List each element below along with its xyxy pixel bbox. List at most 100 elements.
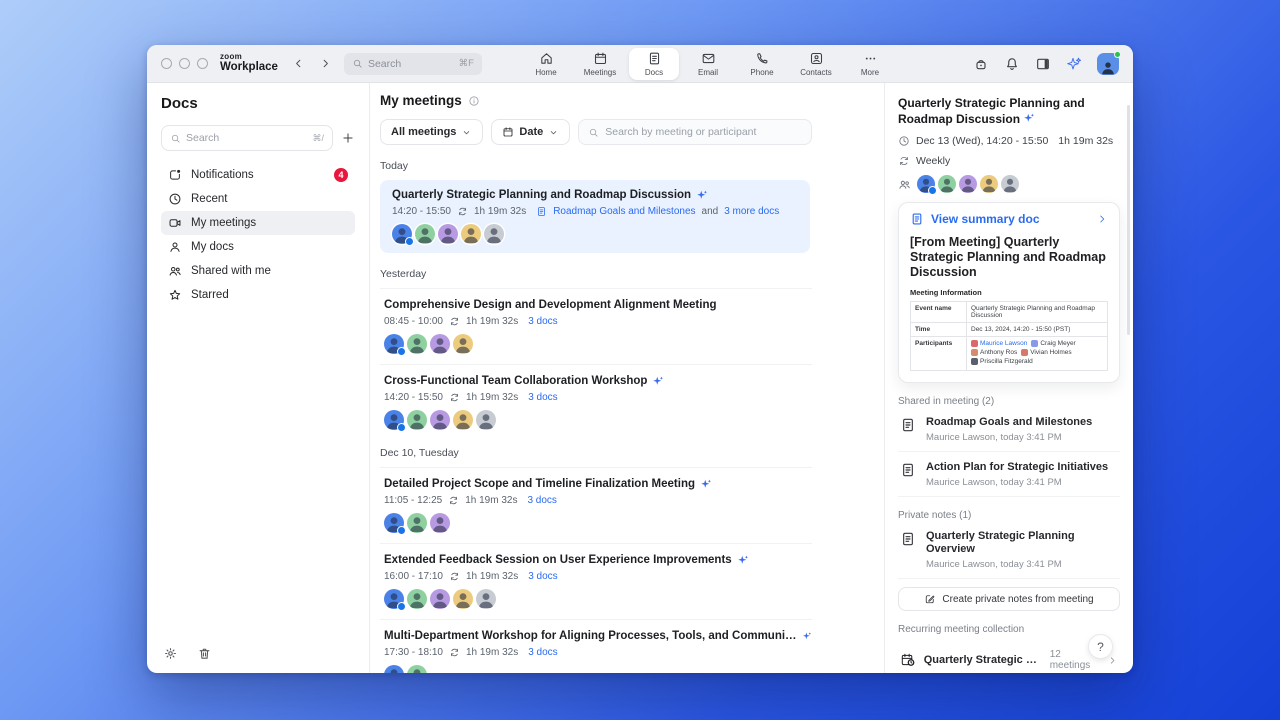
meeting-row[interactable]: Multi-Department Workshop for Aligning P… [380, 628, 812, 673]
docs-link[interactable]: 3 docs [528, 316, 557, 327]
meeting-row[interactable]: Detailed Project Scope and Timeline Fina… [380, 476, 812, 535]
tab-home[interactable]: Home [521, 48, 571, 80]
meeting-details-panel: Quarterly Strategic Planning and Roadmap… [884, 83, 1133, 673]
settings-gear-icon[interactable] [163, 646, 178, 661]
logo-workplace-text: Workplace [220, 61, 278, 74]
recurring-icon [449, 571, 460, 582]
shared-in-meeting-heading: Shared in meeting (2) [898, 396, 995, 407]
close-window-button[interactable] [161, 58, 172, 69]
meeting-time: 08:45 - 10:00 [384, 316, 443, 327]
docs-link[interactable]: 3 docs [528, 392, 557, 403]
trash-icon[interactable] [197, 646, 212, 661]
page-title: My meetings [380, 93, 462, 108]
tab-more[interactable]: More [845, 48, 895, 80]
date-filter-label: Date [519, 126, 544, 138]
meeting-search-input[interactable]: Search by meeting or participant [578, 119, 812, 145]
user-avatar[interactable] [1097, 50, 1121, 75]
window-controls[interactable] [161, 58, 208, 69]
sidebar-search-input[interactable]: Search ⌘/ [161, 125, 333, 151]
participant-avatar [384, 589, 406, 611]
recurring-collection-row[interactable]: Quarterly Strategic Planni... 12 meeting… [898, 645, 1120, 673]
sidebar-item-shared-with-me[interactable]: Shared with me [161, 259, 355, 283]
participant-avatar [384, 410, 406, 432]
sidebar-item-recent[interactable]: Recent [161, 187, 355, 211]
recurring-icon [448, 495, 459, 506]
back-icon[interactable] [292, 57, 305, 70]
meeting-row-selected[interactable]: Quarterly Strategic Planning and Roadmap… [380, 180, 810, 253]
shared-doc-row[interactable]: Action Plan for Strategic Initiatives Ma… [898, 452, 1120, 497]
info-icon[interactable] [468, 95, 480, 107]
meeting-title: Extended Feedback Session on User Experi… [384, 554, 732, 566]
docs-link[interactable]: 3 docs [528, 571, 557, 582]
tab-docs[interactable]: Docs [629, 48, 679, 80]
section-label-today: Today [380, 160, 409, 172]
recurring-icon [449, 392, 460, 403]
zoom-window-button[interactable] [197, 58, 208, 69]
notifications-bell-icon[interactable] [1004, 56, 1020, 72]
ai-companion-icon[interactable] [1066, 56, 1082, 72]
scrollbar-thumb[interactable] [1127, 105, 1130, 335]
global-search-input[interactable]: Search ⌘F [343, 52, 482, 75]
docs-sidebar: Docs Search ⌘/ Notifications 4 Recent My… [147, 83, 370, 673]
zoom-workplace-logo: zoom Workplace [220, 53, 278, 74]
more-docs-link[interactable]: 3 more docs [724, 206, 779, 217]
minimize-window-button[interactable] [179, 58, 190, 69]
docs-link[interactable]: 3 docs [527, 495, 556, 506]
meeting-avatars [392, 224, 798, 246]
row-value: Dec 13, 2024, 14:20 - 15:50 (PST) [966, 322, 1108, 337]
sidebar-item-my-meetings[interactable]: My meetings [161, 211, 355, 235]
sidebar-item-starred[interactable]: Starred [161, 283, 355, 307]
sidebar-item-my-docs[interactable]: My docs [161, 235, 355, 259]
tab-label: Docs [644, 68, 664, 77]
avatar-badge [397, 526, 406, 535]
global-search-placeholder: Search [367, 57, 402, 70]
meeting-avatars [384, 334, 812, 356]
help-button[interactable]: ? [1088, 634, 1113, 659]
meeting-row[interactable]: Comprehensive Design and Development Ali… [380, 297, 812, 356]
doc-link[interactable]: Roadmap Goals and Milestones [553, 206, 695, 217]
sidebar-search-shortcut: ⌘/ [312, 132, 324, 143]
row-label: Participants [910, 336, 967, 371]
view-summary-doc-link[interactable]: View summary doc [910, 212, 1108, 226]
tab-contacts[interactable]: Contacts [791, 48, 841, 80]
details-duration: 1h 19m 32s [1058, 135, 1114, 147]
summary-doc-card[interactable]: View summary doc [From Meeting] Quarterl… [898, 202, 1120, 383]
recurring-icon [449, 647, 460, 658]
toggle-panel-icon[interactable] [1035, 56, 1051, 72]
recurring-icon [898, 155, 910, 167]
shared-doc-row[interactable]: Roadmap Goals and Milestones Maurice Law… [898, 407, 1120, 452]
meetings-filter-dropdown[interactable]: All meetings [380, 119, 484, 145]
new-doc-button[interactable] [341, 131, 355, 145]
row-value: Quarterly Strategic Planning and Roadmap… [966, 301, 1108, 323]
date-filter-dropdown[interactable]: Date [491, 119, 571, 145]
summary-doc-title: [From Meeting] Quarterly Strategic Plann… [910, 235, 1106, 279]
forward-icon[interactable] [319, 57, 332, 70]
meeting-row[interactable]: Extended Feedback Session on User Experi… [380, 552, 812, 611]
doc-meta: Maurice Lawson, today 3:41 PM [926, 432, 1062, 443]
tab-meetings[interactable]: Meetings [575, 48, 625, 80]
my-meetings-panel: My meetings All meetings Date Search by … [370, 83, 884, 673]
tab-phone[interactable]: Phone [737, 48, 787, 80]
participant-name: Anthony Ros [980, 349, 1018, 356]
sidebar-item-label: Notifications [191, 169, 254, 181]
clock-icon [168, 192, 182, 206]
zoom-workplace-window: zoom Workplace Search ⌘F Home Meetings D… [147, 45, 1133, 673]
meeting-time: 14:20 - 15:50 [384, 392, 443, 403]
sidebar-item-notifications[interactable]: Notifications 4 [161, 163, 355, 187]
notifications-icon [168, 168, 182, 182]
private-doc-row[interactable]: Quarterly Strategic Planning Overview Ma… [898, 521, 1120, 579]
docs-link[interactable]: 3 docs [528, 647, 557, 658]
presence-dot [1114, 50, 1121, 58]
meeting-row[interactable]: Cross-Functional Team Collaboration Work… [380, 373, 812, 432]
avatar-badge [397, 347, 406, 356]
connect-device-icon[interactable] [973, 56, 989, 72]
create-private-notes-button[interactable]: Create private notes from meeting [898, 587, 1120, 611]
doc-title: Action Plan for Strategic Initiatives [926, 461, 1109, 473]
participant-avatar [971, 349, 978, 356]
participant-avatar [407, 589, 427, 609]
participant: Craig Meyer [1031, 340, 1076, 347]
clock-icon [898, 135, 910, 147]
tab-email[interactable]: Email [683, 48, 733, 80]
participant-name[interactable]: Maurice Lawson [980, 340, 1027, 347]
doc-meta: Maurice Lawson, today 3:41 PM [926, 559, 1062, 570]
